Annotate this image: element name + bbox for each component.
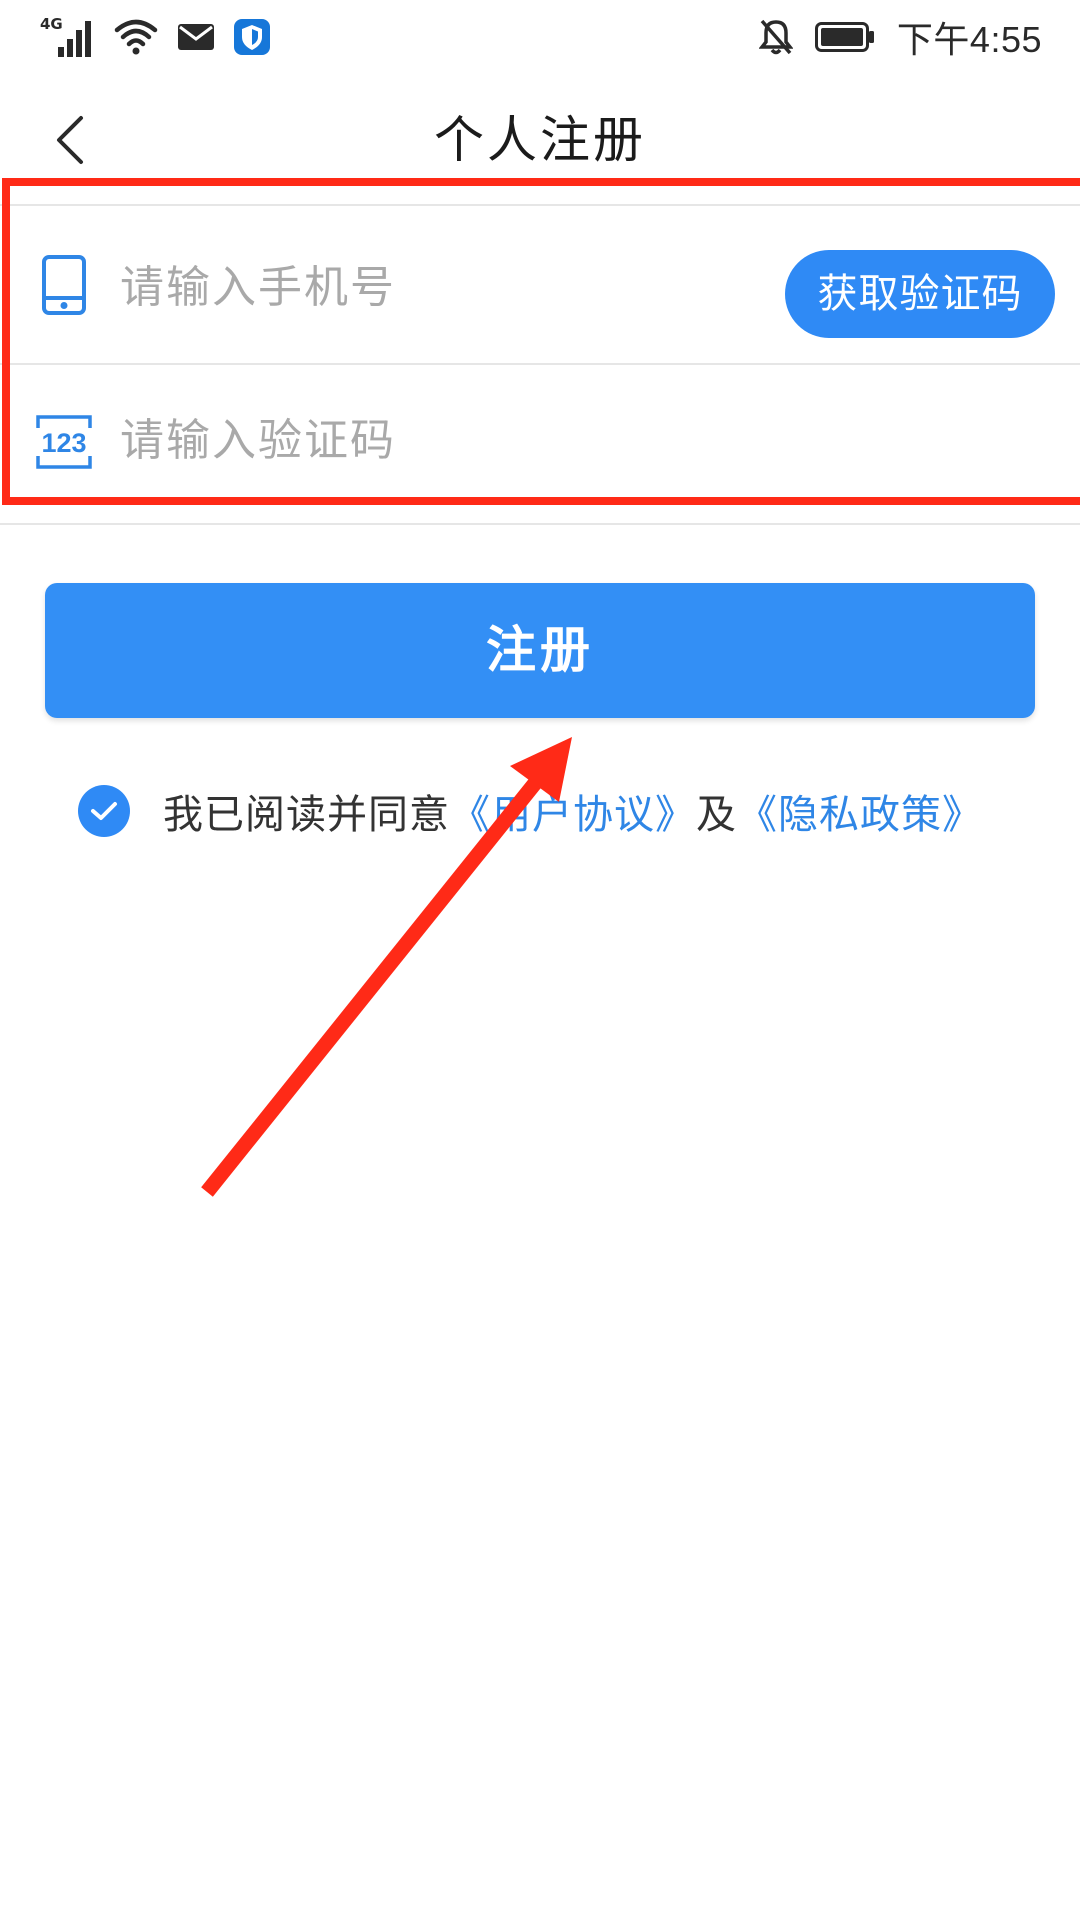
status-left: 4G xyxy=(40,14,270,60)
page-title: 个人注册 xyxy=(434,111,646,169)
agreement-and-text: 及 xyxy=(696,792,737,838)
code-123-icon: 123 xyxy=(34,407,94,477)
bell-muted-icon xyxy=(758,19,793,55)
get-code-button[interactable]: 获取验证码 xyxy=(785,250,1055,338)
shield-app-icon xyxy=(234,19,270,55)
phone-input[interactable] xyxy=(120,252,760,322)
svg-text:123: 123 xyxy=(41,428,86,458)
check-icon xyxy=(91,802,117,820)
battery-icon xyxy=(814,22,874,52)
user-agreement-link[interactable]: 《用户协议》 xyxy=(450,782,696,840)
wifi-icon xyxy=(114,19,158,55)
privacy-policy-link[interactable]: 《隐私政策》 xyxy=(737,782,983,840)
register-button[interactable]: 注册 xyxy=(45,583,1035,718)
title-bar: 个人注册 xyxy=(0,95,1080,190)
back-button[interactable] xyxy=(40,105,100,175)
chevron-left-icon xyxy=(57,116,83,164)
agree-checkbox[interactable] xyxy=(78,785,130,837)
status-right: 下午4:55 xyxy=(758,14,1042,60)
registration-screen: 4G 下午4:55 个人注册 请输入手机号 获取验证码 123 请输入验证码 注… xyxy=(0,0,1080,1920)
form-bottom-divider xyxy=(0,523,1080,525)
code-input[interactable] xyxy=(120,405,760,475)
status-bar: 4G 下午4:55 xyxy=(0,0,1080,75)
cellular-signal-icon: 4G xyxy=(40,15,96,57)
phone-icon xyxy=(34,250,94,320)
mail-icon xyxy=(178,24,214,50)
status-time: 下午4:55 xyxy=(896,19,1042,60)
agreement-row: 我已阅读并同意 《用户协议》 及 《隐私政策》 xyxy=(78,783,983,839)
phone-row: 获取验证码 xyxy=(12,206,1068,361)
agreement-prefix-text: 我已阅读并同意 xyxy=(163,792,450,838)
code-row: 123 xyxy=(12,365,1068,520)
